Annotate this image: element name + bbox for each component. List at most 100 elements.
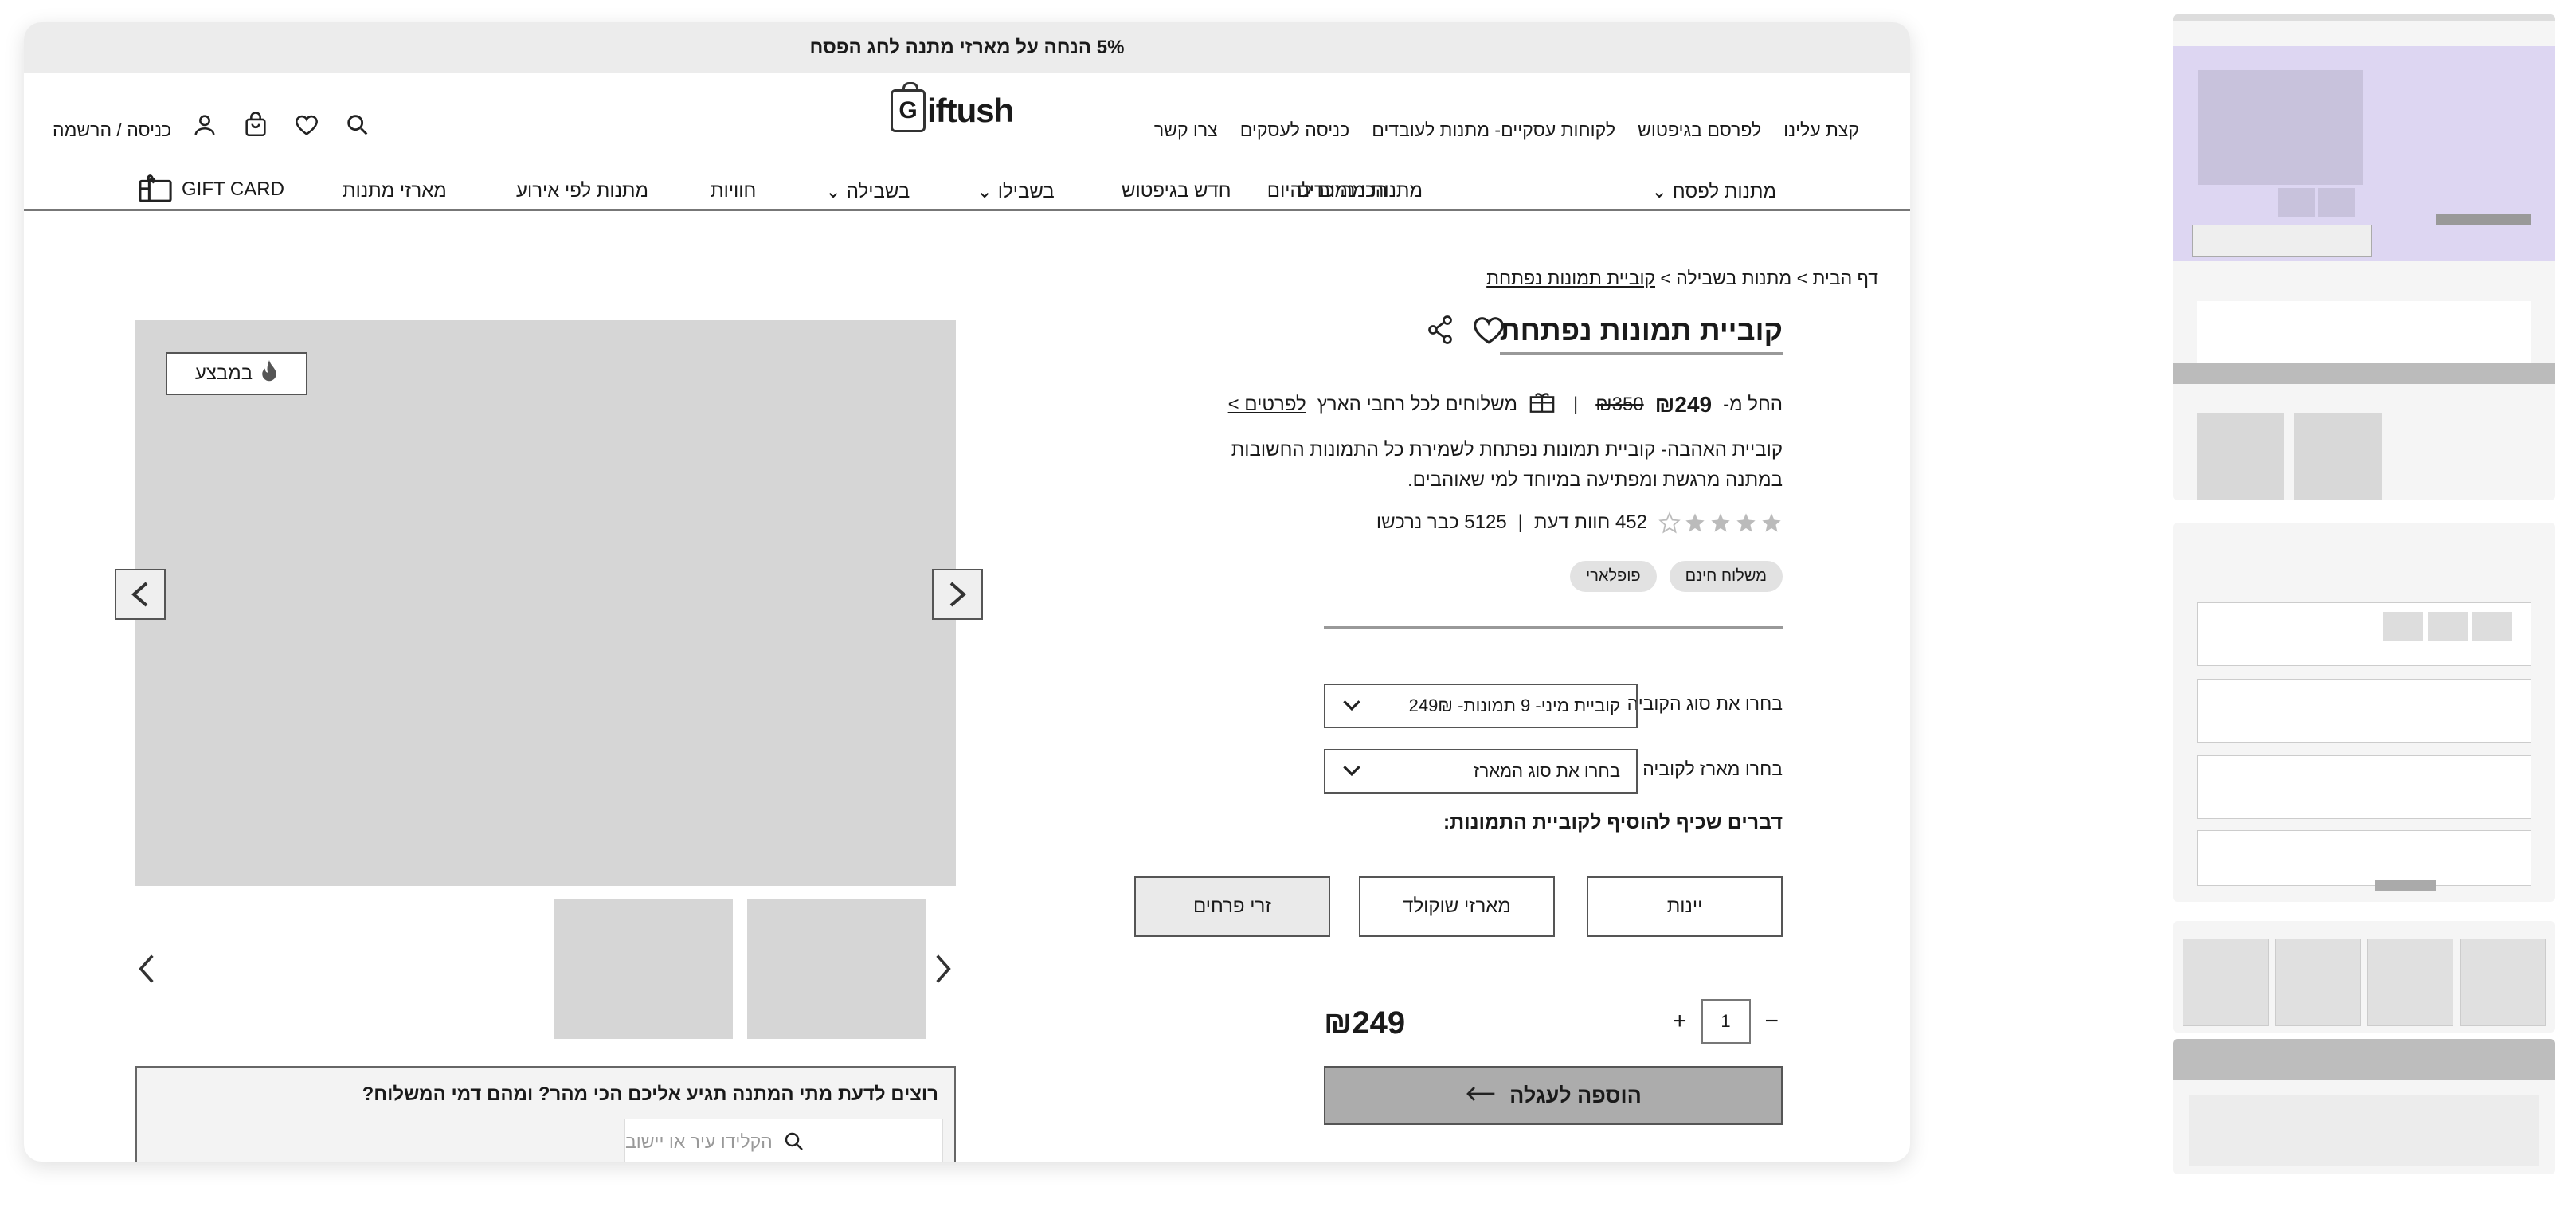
nav-gift-card[interactable]: GIFT CARD [137, 170, 284, 208]
gallery-thumb[interactable] [554, 899, 733, 1039]
utility-links: קצת עלינו לפרסם בגיפטוש לקוחות עסקיים- מ… [1154, 120, 1859, 141]
addon-chocolate-button[interactable]: מארזי שוקולד [1359, 876, 1555, 937]
option1-label: בחרו את סוג הקוביה [1627, 693, 1783, 714]
utility-about[interactable]: קצת עלינו [1783, 120, 1859, 141]
promo-bar: 5% הנחה על מארזי מתנה לחג הפסח [24, 22, 1910, 73]
page-preview-top [2173, 14, 2555, 500]
product-description: קוביית האהבה- קוביית תמונות נפתחת לשמירת… [1231, 439, 1783, 491]
heart-icon[interactable] [293, 112, 320, 143]
utility-business-login[interactable]: כניסה לעסקים [1240, 120, 1349, 141]
shipping-check-widget: רוצים לדעת מתי המתנה תגיע אליכם הכי מהר?… [135, 1066, 956, 1162]
gift-card-icon [137, 170, 174, 208]
nav-divider [24, 209, 1910, 211]
nav-for-him[interactable]: בשבילו ⌄ [977, 180, 1055, 203]
search-icon[interactable] [344, 112, 371, 143]
cube-type-value: קוביית מיני- 9 תמונות- 249₪ [1408, 696, 1620, 715]
utility-contact[interactable]: צרו קשר [1154, 120, 1218, 141]
chevron-down-icon: ⌄ [825, 181, 842, 202]
fire-icon [260, 359, 278, 388]
addon-wines-button[interactable]: יינות [1587, 876, 1783, 937]
gift-card-label: GIFT CARD [182, 178, 284, 200]
sale-badge-label: במבצע [194, 362, 253, 384]
share-icon[interactable] [1426, 314, 1454, 350]
chevron-down-icon [1341, 696, 1362, 716]
option2-label: בחרו מארז לקוביה [1642, 758, 1783, 779]
rating-row: 452 חוות דעת | 5125 כבר נרכשו [1376, 511, 1783, 534]
nav-bestsellers[interactable]: הכי נמכרים [1297, 180, 1388, 202]
promo-text: 5% הנחה על מארזי מתנה לחג הפסח [809, 37, 1125, 58]
star-icon [1685, 513, 1705, 532]
heart-icon[interactable] [1472, 314, 1505, 350]
nav-for-him-label: בשבילו [997, 181, 1055, 202]
price-row: החל מ- ₪249 ₪350 | משלוחים לכל רחבי הארץ… [1228, 389, 1783, 420]
nav-events[interactable]: מתנות לפי אירוע [516, 180, 648, 202]
qty-input[interactable]: 1 [1701, 999, 1751, 1044]
title-actions [1426, 314, 1505, 350]
tag-free-shipping: משלוח חינם [1669, 561, 1783, 592]
chevron-down-icon: ⌄ [977, 181, 993, 202]
gallery-prev-button[interactable] [115, 569, 166, 620]
product-main-image[interactable]: במבצע [135, 320, 956, 886]
nav-passover-label: מתנות לפסח [1672, 181, 1776, 202]
login-link[interactable]: כניסה / הרשמה [53, 120, 171, 141]
crumb-sep: > [1796, 268, 1808, 288]
add-to-cart-button[interactable]: הוספה לעגלה [1324, 1066, 1783, 1125]
star-icon [1736, 513, 1756, 532]
search-icon [782, 1130, 806, 1154]
utility-business-clients[interactable]: לקוחות עסקיים- מתנות לעובדים [1372, 120, 1615, 141]
breadcrumb: דף הבית > מתנות בשבילה > קוביית תמונות נ… [1486, 268, 1878, 289]
nav-passover[interactable]: מתנות לפסח ⌄ [1651, 180, 1776, 203]
city-search-input[interactable]: הקלידו עיר או יישוב [624, 1119, 943, 1162]
star-icon [1711, 513, 1730, 532]
main-screen: 5% הנחה על מארזי מתנה לחג הפסח קצת עלינו… [24, 22, 1910, 1162]
reviews-count[interactable]: 452 חוות דעת [1534, 511, 1647, 534]
shipping-text: משלוחים לכל רחבי הארץ [1317, 393, 1517, 415]
total-price: ₪249 [1324, 1005, 1406, 1040]
star-icon [1762, 513, 1781, 532]
nav-packages[interactable]: מארזי מתנות [343, 180, 447, 202]
gallery-thumb[interactable] [747, 899, 926, 1039]
page-preview-related [2173, 921, 2555, 1033]
crumb-home[interactable]: דף הבית [1812, 268, 1878, 288]
gallery-next-button[interactable] [932, 569, 983, 620]
user-icon[interactable] [191, 112, 218, 143]
details-link[interactable]: לפרטים > [1228, 394, 1306, 416]
city-search-placeholder: הקלידו עיר או יישוב [625, 1131, 773, 1152]
section-divider [1324, 626, 1783, 629]
nav-for-her-label: בשבילה [846, 181, 910, 202]
bag-icon[interactable] [242, 112, 269, 143]
product-title: קוביית תמונות נפתחת [1499, 314, 1783, 355]
qty-plus-button[interactable]: + [1673, 1008, 1687, 1035]
gift-box-icon [1529, 389, 1556, 420]
price-prefix: החל מ- [1723, 393, 1783, 415]
utility-advertise[interactable]: לפרסם בגיפטוש [1638, 120, 1761, 141]
package-value: בחרו את סוג המארז [1473, 761, 1620, 781]
price-divider: | [1573, 393, 1579, 415]
chevron-down-icon [1341, 761, 1362, 782]
crumb-sep: > [1660, 268, 1671, 288]
crumb-current: קוביית תמונות נפתחת [1486, 268, 1655, 288]
page-preview-footer [2173, 1039, 2555, 1174]
arrow-left-icon [1465, 1084, 1497, 1108]
rating-stars [1658, 511, 1783, 534]
add-to-cart-label: הוספה לעגלה [1509, 1083, 1642, 1107]
thumbs-prev-icon[interactable] [131, 945, 162, 993]
current-price: ₪249 [1654, 391, 1713, 417]
purchased-count: 5125 כבר נרכשו [1376, 511, 1507, 533]
thumbs-next-icon[interactable] [927, 945, 959, 993]
nav-new[interactable]: חדש בגיפטוש [1122, 180, 1231, 202]
nav-experiences[interactable]: חוויות [711, 180, 756, 202]
logo[interactable]: G iftush [891, 82, 1014, 132]
cube-type-select[interactable]: קוביית מיני- 9 תמונות- 249₪ [1324, 684, 1638, 728]
nav-for-her[interactable]: בשבילה ⌄ [825, 180, 910, 203]
crumb-category[interactable]: מתנות בשבילה [1676, 268, 1791, 288]
package-select[interactable]: בחרו את סוג המארז [1324, 749, 1638, 794]
chevron-down-icon: ⌄ [1651, 181, 1668, 202]
logo-bag-icon: G [891, 82, 926, 132]
product-tags: משלוח חינם פופלארי [1570, 561, 1783, 592]
addon-flowers-button[interactable]: זרי פרחים [1134, 876, 1330, 937]
shipping-question: רוצים לדעת מתי המתנה תגיע אליכם הכי מהר?… [362, 1084, 938, 1105]
quantity-stepper: + 1 − [1673, 999, 1779, 1044]
qty-minus-button[interactable]: − [1765, 1008, 1779, 1035]
header-icons [191, 112, 371, 143]
